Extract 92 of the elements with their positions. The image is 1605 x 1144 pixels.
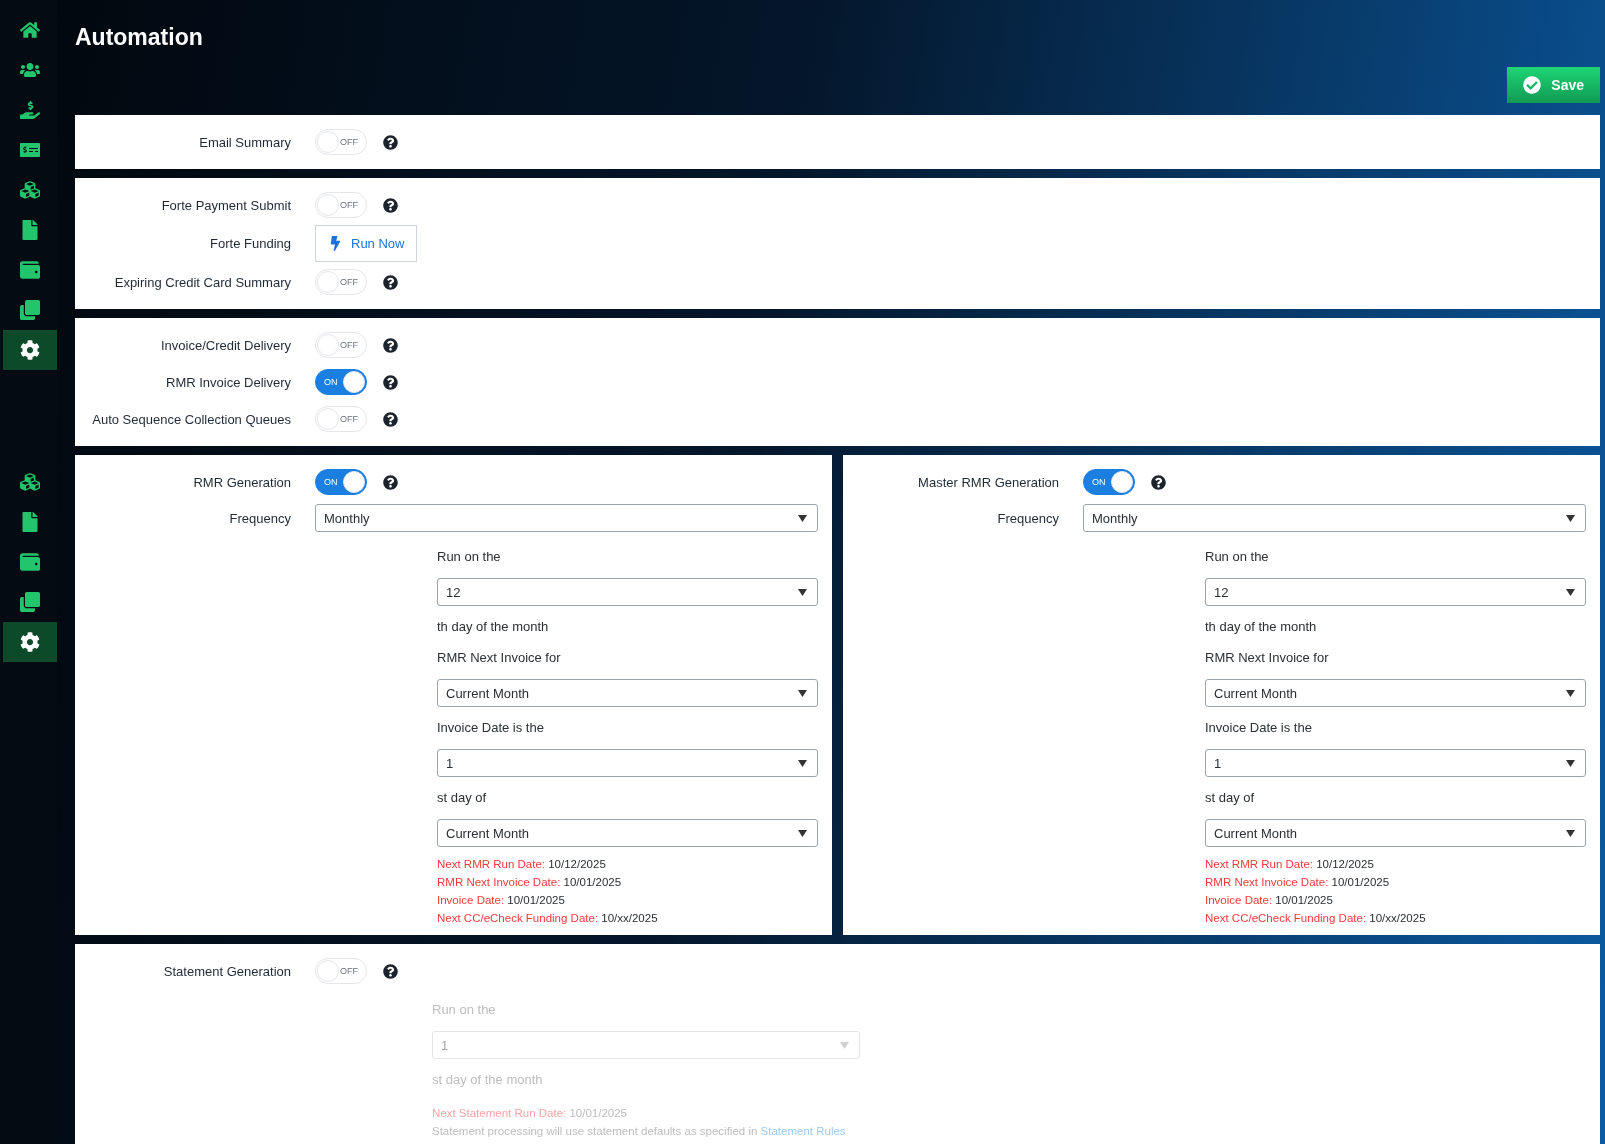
dollar-card-icon [20,140,40,160]
setting-label: RMR Invoice Delivery [165,374,291,390]
date-note: Invoice Date: 10/01/2025 [1205,893,1334,908]
toggle-switch[interactable]: OFF [315,406,367,432]
help-icon[interactable] [383,963,398,979]
setting-label: Frequency [996,510,1059,526]
date-note: Next Statement Run Date: 10/01/2025 [432,1106,628,1121]
sidebar-item[interactable] [3,330,57,370]
setting-label: Invoice/Credit Delivery [159,337,291,353]
dropdown-select[interactable]: 12 [437,578,818,606]
setting-label: Frequency [228,510,291,526]
toggle-switch[interactable]: OFF [315,192,367,218]
caret-icon [840,1041,849,1049]
help-icon[interactable] [383,474,398,490]
setting-label: Forte Payment Submit [160,197,291,213]
dropdown-select[interactable]: Current Month [1205,819,1586,847]
date-note: Next RMR Run Date: 10/12/2025 [1205,857,1375,872]
setting-label: Email Summary [198,134,291,150]
hand-dollar-icon [20,100,40,120]
boxes-icon [20,472,40,492]
frequency-select[interactable]: Monthly [1083,504,1586,532]
date-note: Next CC/eCheck Funding Date: 10/xx/2025 [1205,911,1427,926]
caret-icon [1566,689,1575,697]
caret-icon [798,588,807,596]
setting-label: Expiring Credit Card Summary [113,274,291,290]
caret-icon [798,689,807,697]
date-note: RMR Next Invoice Date: 10/01/2025 [1205,875,1391,890]
caret-icon [798,829,807,837]
caret-icon [1566,759,1575,767]
date-note: Invoice Date: 10/01/2025 [437,893,566,908]
setting-label: Forte Funding [209,236,291,251]
wallet-icon [20,552,40,572]
option-label: RMR Next Invoice for [437,649,562,667]
toggle-switch[interactable]: OFF [315,269,367,295]
setting-label: RMR Generation [192,474,291,490]
setting-label: Master RMR Generation [917,474,1059,490]
help-icon[interactable] [383,411,398,427]
help-icon[interactable] [383,274,398,290]
dropdown-select[interactable]: 1 [437,749,818,777]
run-now-button[interactable]: Run Now [315,225,418,262]
option-label: Invoice Date is the [437,719,545,737]
caret-icon [798,514,807,522]
toggle-switch[interactable]: OFF [315,129,367,155]
help-icon[interactable] [383,374,398,390]
option-label: Run on the [437,548,502,566]
option-label: st day of [437,789,488,807]
toggle-switch[interactable]: ON [1083,469,1135,495]
document-icon [20,220,40,240]
date-note: Next CC/eCheck Funding Date: 10/xx/2025 [437,911,659,926]
caret-icon [798,759,807,767]
settings-icon [20,632,40,652]
date-note: RMR Next Invoice Date: 10/01/2025 [437,875,623,890]
date-note: Next RMR Run Date: 10/12/2025 [437,857,607,872]
option-label: th day of the month [1205,618,1318,636]
copy-icon [20,300,40,320]
settings-icon [20,340,40,360]
option-label: Run on the [1205,548,1270,566]
dropdown-select[interactable]: Current Month [1205,679,1586,707]
help-icon[interactable] [383,197,398,213]
caret-icon [1566,829,1575,837]
option-label: Run on the [432,1001,497,1019]
boxes-icon [20,180,40,200]
toggle-switch[interactable]: ON [315,369,367,395]
option-label: st day of [1205,789,1256,807]
toggle-switch[interactable]: ON [315,469,367,495]
caret-icon [1566,588,1575,596]
dropdown-select[interactable]: Current Month [437,819,818,847]
caret-icon [1566,514,1575,522]
option-label: RMR Next Invoice for [1205,649,1330,667]
help-icon[interactable] [383,134,398,150]
sidebar-item[interactable] [3,622,57,662]
dropdown-select[interactable]: Current Month [437,679,818,707]
document-icon [20,512,40,532]
help-icon[interactable] [383,337,398,353]
option-label: th day of the month [437,618,550,636]
toggle-switch[interactable]: OFF [315,332,367,358]
option-label: Invoice Date is the [1205,719,1313,737]
lightning-icon [328,236,343,251]
frequency-select[interactable]: Monthly [315,504,818,532]
setting-label: Statement Generation [162,963,291,979]
wallet-icon [20,260,40,280]
home-icon [20,20,40,40]
setting-label: Auto Sequence Collection Queues [91,411,291,427]
users-icon [20,60,40,80]
statement-note: Statement processing will use statement defaults as specified in Statement Rules [432,1124,847,1139]
toggle-switch[interactable]: OFF [315,958,367,984]
copy-icon [20,592,40,612]
option-label: st day of the month [432,1071,544,1089]
dropdown-select[interactable]: 12 [1205,578,1586,606]
dropdown-select[interactable]: 1 [1205,749,1586,777]
help-icon[interactable] [1151,474,1166,490]
page-title: Automation [75,24,204,51]
